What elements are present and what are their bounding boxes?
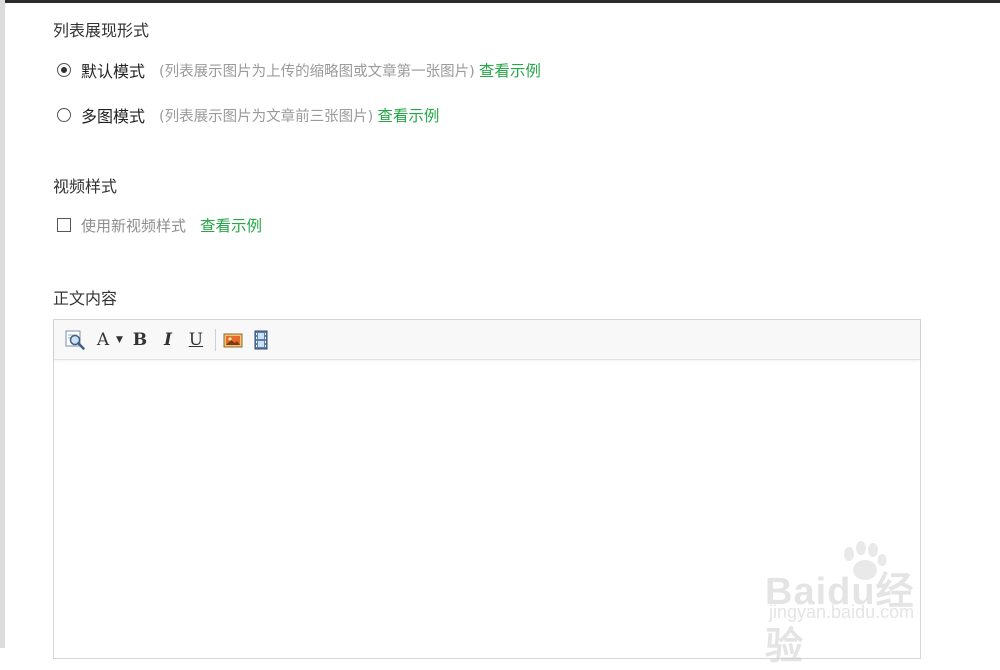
underline-label: U — [188, 329, 204, 350]
option-multi-label: 多图模式 — [81, 107, 146, 126]
radio-multi-image-mode[interactable] — [57, 108, 71, 122]
option-multi-desc: (列表展示图片为文章前三张图片) — [159, 108, 374, 125]
baidu-jingyan-watermark: Baidu经验 jingyan.baidu.com — [765, 540, 950, 668]
left-border — [0, 0, 5, 648]
list-display-title: 列表展现形式 — [53, 21, 150, 40]
watermark-url: jingyan.baidu.com — [769, 602, 915, 622]
chevron-down-icon: ▼ — [116, 334, 123, 345]
bold-label: B — [132, 329, 148, 350]
body-content-title: 正文内容 — [53, 289, 118, 308]
option-default-mode[interactable]: 默认模式 (列表展示图片为上传的缩略图或文章第一张图片) 查看示例 — [57, 58, 541, 82]
preview-icon[interactable] — [64, 328, 86, 352]
default-example-link[interactable]: 查看示例 — [479, 59, 541, 81]
video-style-title: 视频样式 — [53, 177, 118, 196]
insert-video-icon[interactable] — [250, 328, 272, 352]
italic-button[interactable]: I — [157, 328, 179, 352]
bold-button[interactable]: B — [129, 328, 151, 352]
font-icon-label: A — [96, 329, 110, 350]
font-dropdown[interactable]: A ▼ — [92, 328, 123, 352]
option-multi-image-mode[interactable]: 多图模式 (列表展示图片为文章前三张图片) 查看示例 — [57, 103, 439, 127]
new-video-style-label: 使用新视频样式 — [81, 216, 187, 235]
option-default-desc: (列表展示图片为上传的缩略图或文章第一张图片) — [159, 63, 475, 80]
option-new-video-style[interactable]: 使用新视频样式 查看示例 — [57, 214, 262, 236]
insert-image-icon[interactable] — [222, 328, 244, 352]
radio-default-mode[interactable] — [57, 63, 71, 77]
toolbar-separator — [214, 328, 216, 351]
top-border — [0, 0, 1000, 3]
multi-example-link[interactable]: 查看示例 — [377, 104, 439, 126]
new-video-style-checkbox[interactable] — [57, 218, 71, 232]
video-example-link[interactable]: 查看示例 — [200, 214, 262, 236]
option-default-label: 默认模式 — [81, 62, 146, 81]
editor-toolbar: A ▼ B I U — [54, 320, 920, 360]
underline-button[interactable]: U — [185, 328, 207, 352]
italic-label: I — [163, 329, 172, 350]
